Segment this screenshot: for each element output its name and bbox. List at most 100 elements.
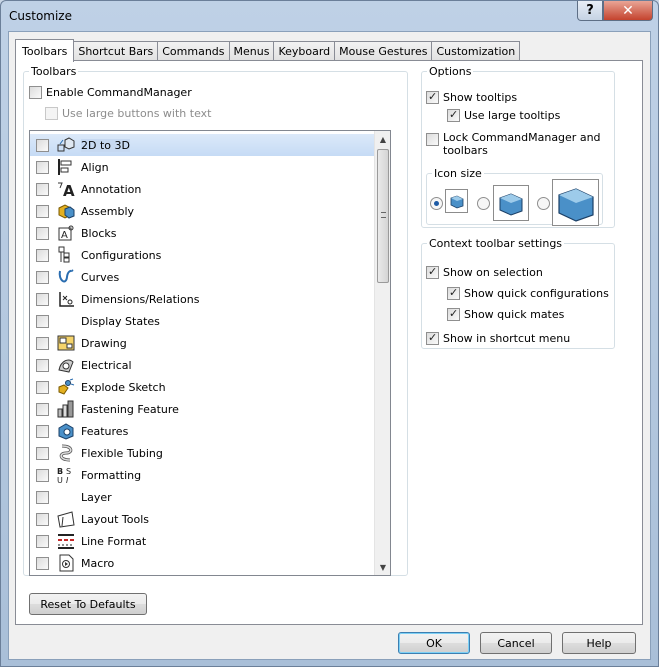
toolbar-item-checkbox[interactable] [36, 336, 49, 350]
toolbar-list-item[interactable]: 2D to 3D [30, 134, 383, 156]
tab-shortcut-bars[interactable]: Shortcut Bars [74, 41, 158, 61]
use-large-tooltips-checkbox[interactable] [447, 108, 460, 122]
lock-label-line1: Lock CommandManager and [443, 131, 601, 144]
ok-button[interactable]: OK [398, 632, 470, 654]
toolbar-item-checkbox[interactable] [36, 226, 49, 240]
show-tooltips-row[interactable]: Show tooltips [426, 90, 518, 104]
tab-commands[interactable]: Commands [157, 41, 229, 61]
toolbar-item-checkbox[interactable] [36, 556, 49, 570]
title-bar[interactable]: Customize ? ✕ [1, 1, 658, 31]
show-in-shortcut-menu-row[interactable]: Show in shortcut menu [426, 331, 570, 345]
toolbar-item-checkbox[interactable] [36, 468, 49, 482]
toolbar-item-label: Display States [81, 314, 160, 328]
show-on-selection-row[interactable]: Show on selection [426, 265, 543, 279]
toolbar-item-checkbox[interactable] [36, 182, 49, 196]
toolbar-item-checkbox[interactable] [36, 490, 49, 504]
toolbar-item-checkbox[interactable] [36, 292, 49, 306]
icon-size-large-preview [552, 179, 599, 226]
icon-size-large-radio[interactable] [537, 197, 550, 210]
options-group-legend: Options [429, 65, 472, 78]
show-on-selection-label: Show on selection [443, 266, 543, 279]
icon-size-medium-radio[interactable] [477, 197, 490, 210]
toolbar-list-item[interactable]: Line Format [30, 530, 383, 552]
toolbar-list-item[interactable]: B S U I Formatting [30, 464, 383, 486]
icon-size-small-radio[interactable] [430, 197, 443, 210]
toolbar-list-item[interactable]: Dimensions/Relations [30, 288, 383, 310]
use-large-buttons-label: Use large buttons with text [62, 107, 212, 120]
show-quick-configurations-checkbox[interactable] [447, 286, 460, 300]
medium-cube-icon [499, 193, 523, 216]
toolbar-item-checkbox[interactable] [36, 446, 49, 460]
toolbar-item-label: Drawing [81, 336, 127, 350]
use-large-buttons-checkbox[interactable] [45, 107, 58, 120]
enable-commandmanager-checkbox[interactable] [29, 86, 42, 99]
tab-customization[interactable]: Customization [431, 41, 521, 61]
toolbar-item-label: Curves [81, 270, 120, 284]
scroll-down-arrow[interactable]: ▼ [375, 559, 390, 575]
toolbar-item-checkbox[interactable] [36, 512, 49, 526]
use-large-buttons-row[interactable]: Use large buttons with text [45, 107, 211, 120]
dimensions-icon [57, 290, 75, 308]
toolbar-list-item[interactable]: Align [30, 156, 383, 178]
use-large-tooltips-row[interactable]: Use large tooltips [447, 108, 560, 122]
toolbar-item-label: Explode Sketch [81, 380, 166, 394]
tab-menus[interactable]: Menus [228, 41, 274, 61]
reset-to-defaults-button[interactable]: Reset To Defaults [29, 593, 147, 615]
toolbar-list-item[interactable]: Curves [30, 266, 383, 288]
tab-toolbars[interactable]: Toolbars [15, 39, 75, 62]
toolbars-list-scrollbar[interactable]: ▲ ▼ [374, 131, 390, 575]
toolbar-list-item[interactable]: Electrical [30, 354, 383, 376]
toolbar-list-item[interactable]: A Blocks [30, 222, 383, 244]
macro-icon [57, 554, 75, 572]
toolbar-item-checkbox[interactable] [36, 270, 49, 284]
toolbar-item-checkbox[interactable] [36, 314, 49, 328]
svg-text:U: U [57, 476, 63, 484]
show-quick-configurations-row[interactable]: Show quick configurations [447, 286, 609, 300]
toolbar-list-item[interactable]: Fastening Feature [30, 398, 383, 420]
toolbar-item-checkbox[interactable] [36, 160, 49, 174]
toolbar-list-item[interactable]: Configurations [30, 244, 383, 266]
toolbar-list-item[interactable]: Features [30, 420, 383, 442]
tab-keyboard[interactable]: Keyboard [273, 41, 335, 61]
line-format-icon [57, 532, 75, 550]
toolbar-list-item[interactable]: Macro [30, 552, 383, 574]
toolbar-list-item[interactable]: A Annotation [30, 178, 383, 200]
lock-commandmanager-row[interactable]: Lock CommandManager and toolbars [426, 131, 601, 157]
close-button[interactable]: ✕ [603, 1, 653, 21]
toolbar-item-checkbox[interactable] [36, 402, 49, 416]
large-cube-icon [557, 187, 594, 222]
dialog-client-area: Toolbars Shortcut Bars Commands Menus Ke… [8, 31, 651, 660]
toolbar-list-item[interactable]: Assembly [30, 200, 383, 222]
show-tooltips-label: Show tooltips [443, 91, 518, 104]
toolbar-list-item[interactable]: Layout Tools [30, 508, 383, 530]
lock-commandmanager-checkbox[interactable] [426, 133, 439, 146]
toolbar-list-item[interactable]: Display States [30, 310, 383, 332]
toolbar-item-checkbox[interactable] [36, 248, 49, 262]
scroll-up-arrow[interactable]: ▲ [375, 131, 390, 147]
toolbar-item-checkbox[interactable] [36, 534, 49, 548]
help-button[interactable]: Help [562, 632, 636, 654]
show-tooltips-checkbox[interactable] [426, 90, 439, 104]
toolbar-item-checkbox[interactable] [36, 380, 49, 394]
show-in-shortcut-menu-checkbox[interactable] [426, 331, 439, 345]
help-title-button[interactable]: ? [577, 1, 603, 21]
show-on-selection-checkbox[interactable] [426, 265, 439, 279]
toolbar-item-checkbox[interactable] [36, 204, 49, 218]
show-quick-mates-checkbox[interactable] [447, 307, 460, 321]
toolbar-item-checkbox[interactable] [36, 138, 49, 152]
drawing-icon [57, 334, 75, 352]
toolbar-list-item[interactable]: Explode Sketch [30, 376, 383, 398]
toolbar-list-item[interactable]: Drawing [30, 332, 383, 354]
tab-mouse-gestures[interactable]: Mouse Gestures [334, 41, 432, 61]
toolbar-item-checkbox[interactable] [36, 358, 49, 372]
enable-commandmanager-row[interactable]: Enable CommandManager [29, 86, 192, 99]
context-toolbar-legend: Context toolbar settings [429, 237, 563, 250]
show-quick-mates-row[interactable]: Show quick mates [447, 307, 564, 321]
toolbar-item-checkbox[interactable] [36, 424, 49, 438]
scroll-thumb[interactable] [377, 149, 389, 283]
toolbar-list-item[interactable]: Flexible Tubing [30, 442, 383, 464]
cancel-button[interactable]: Cancel [480, 632, 552, 654]
toolbars-list[interactable]: 2D to 3D Align A Annotation Assembly A Blocks C… [29, 130, 391, 576]
flexible-tubing-icon [57, 444, 75, 462]
toolbar-list-item[interactable]: Layer [30, 486, 383, 508]
